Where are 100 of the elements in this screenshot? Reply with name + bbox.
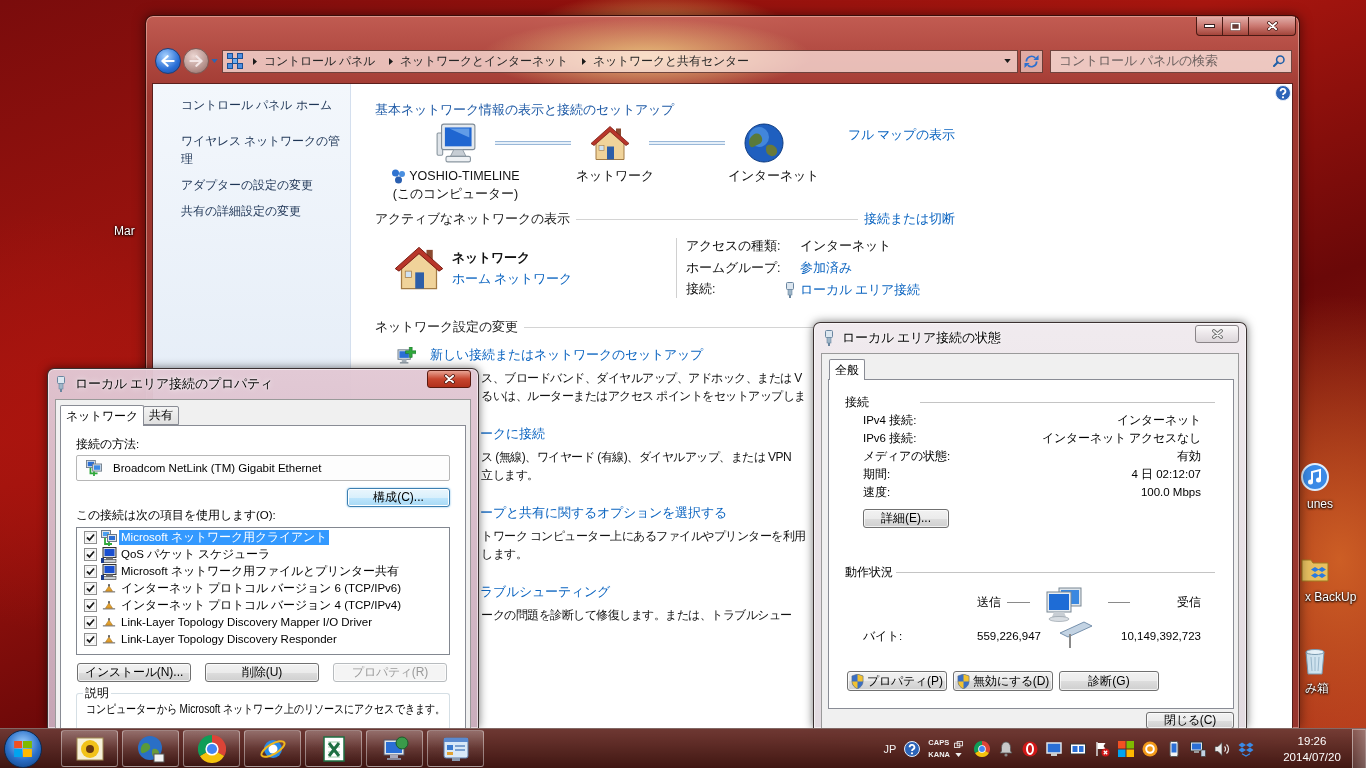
- clock[interactable]: 19:26 2014/07/20: [1282, 732, 1342, 765]
- globe-icon[interactable]: [743, 123, 784, 163]
- sidebar-link[interactable]: コントロール パネル ホーム: [181, 96, 332, 114]
- split-window-icon[interactable]: [1070, 740, 1086, 757]
- shield-icon: [851, 673, 864, 689]
- forward-button[interactable]: [183, 48, 209, 74]
- window-icon[interactable]: [954, 740, 963, 748]
- house-icon[interactable]: [394, 245, 444, 291]
- show-desktop-button[interactable]: [1352, 728, 1366, 768]
- task-link[interactable]: ラブルシューティング: [480, 583, 610, 601]
- ring-icon[interactable]: [1142, 740, 1158, 757]
- list-item[interactable]: Link-Layer Topology Discovery Responder: [119, 632, 339, 647]
- configure-button[interactable]: 構成(C)...: [347, 488, 450, 507]
- node-sublabel: (このコンピューター): [392, 186, 519, 203]
- full-map-link[interactable]: フル マップの表示: [847, 126, 955, 144]
- triangle-icon: [102, 601, 116, 610]
- monitor-icon[interactable]: [1046, 740, 1062, 757]
- breadcrumb-item[interactable]: コントロール パネル: [264, 52, 376, 70]
- color-wheel-icon[interactable]: [974, 740, 990, 757]
- house-icon[interactable]: [589, 123, 630, 163]
- speaker-icon[interactable]: [1214, 740, 1230, 757]
- search-field[interactable]: コントロール パネルの検索: [1050, 49, 1292, 73]
- sidebar-link[interactable]: アダプターの設定の変更: [181, 176, 313, 194]
- computer-icon[interactable]: [1190, 740, 1206, 757]
- globe-icon: [136, 734, 165, 763]
- back-button[interactable]: [155, 48, 181, 74]
- list-item[interactable]: Microsoft ネットワーク用ファイルとプリンター共有: [119, 564, 401, 579]
- dialog-button[interactable]: 無効にする(D): [953, 671, 1053, 691]
- taskbar-button[interactable]: [366, 730, 423, 767]
- close-dialog-button[interactable]: 閉じる(C): [1146, 712, 1234, 728]
- list-item[interactable]: インターネット プロトコル バージョン 6 (TCP/IPv6): [119, 581, 404, 596]
- tab[interactable]: ネットワーク: [60, 405, 144, 426]
- checkbox[interactable]: [84, 531, 97, 544]
- detail-link[interactable]: 参加済み: [800, 259, 852, 277]
- phone-icon[interactable]: [1166, 740, 1182, 757]
- checkbox[interactable]: [84, 633, 97, 646]
- music-icon[interactable]: [1301, 463, 1329, 491]
- checkbox[interactable]: [84, 565, 97, 578]
- node-label[interactable]: インターネット: [728, 167, 819, 185]
- sidebar-link[interactable]: 共有の詳細設定の変更: [181, 202, 301, 220]
- cluster-icon: [391, 168, 407, 184]
- refresh-icon: [1024, 53, 1039, 69]
- folder-icon[interactable]: [1301, 556, 1329, 584]
- help-icon[interactable]: [1275, 85, 1291, 101]
- tab[interactable]: 全般: [829, 359, 865, 380]
- help-icon[interactable]: [904, 740, 921, 757]
- sidebar-link[interactable]: ワイヤレス ネットワークの管理: [181, 132, 350, 168]
- connection-link[interactable]: ローカル エリア接続: [800, 280, 921, 299]
- desktop-icon-label[interactable]: x BackUp: [1305, 590, 1357, 605]
- dialog-button[interactable]: インストール(N)...: [77, 663, 191, 682]
- status-label: IPv4 接続:: [863, 412, 917, 428]
- taskbar-button[interactable]: [244, 730, 301, 767]
- taskbar-button[interactable]: [305, 730, 362, 767]
- checkbox[interactable]: [84, 582, 97, 595]
- breadcrumb-item[interactable]: ネットワークとインターネット: [400, 52, 569, 70]
- caret-icon[interactable]: [1004, 59, 1011, 63]
- dialog-button[interactable]: 削除(U): [205, 663, 319, 682]
- tab[interactable]: 共有: [143, 406, 179, 425]
- flag-icon[interactable]: [1094, 740, 1110, 757]
- desktop-icon-label[interactable]: み箱: [1305, 681, 1329, 696]
- start-button[interactable]: [4, 729, 42, 768]
- list-item[interactable]: インターネット プロトコル バージョン 4 (TCP/IPv4): [119, 598, 404, 613]
- taskbar-button[interactable]: [427, 730, 484, 767]
- desktop-icon-label[interactable]: Mar: [114, 224, 135, 239]
- received-label: 受信: [1177, 594, 1201, 610]
- task-link[interactable]: ークに接続: [480, 425, 545, 443]
- window-title: ローカル エリア接続の状態: [842, 329, 1002, 347]
- checkbox[interactable]: [84, 616, 97, 629]
- dialog-button[interactable]: プロパティ(P): [847, 671, 947, 691]
- close-button[interactable]: [427, 370, 471, 388]
- maximize-button[interactable]: [1222, 17, 1249, 36]
- taskbar-button[interactable]: [61, 730, 118, 767]
- node-label[interactable]: YOSHIO-TIMELINE: [409, 167, 520, 185]
- plug-icon: [825, 330, 833, 346]
- address-bar[interactable]: コントロール パネル ネットワークとインターネット ネットワークと共有センター: [222, 49, 1018, 73]
- ring-icon[interactable]: [1022, 740, 1038, 757]
- network-type-link[interactable]: ホーム ネットワーク: [452, 269, 573, 288]
- four-squares-icon[interactable]: [1118, 740, 1134, 757]
- minimize-button[interactable]: [1196, 17, 1223, 36]
- language-indicator[interactable]: JP: [883, 742, 897, 755]
- connect-disconnect-link[interactable]: 接続または切断: [864, 210, 955, 228]
- list-item[interactable]: QoS パケット スケジューラ: [119, 547, 273, 562]
- close-button[interactable]: [1248, 17, 1296, 36]
- task-link[interactable]: 新しい接続またはネットワークのセットアップ: [430, 346, 703, 364]
- task-link[interactable]: ープと共有に関するオプションを選択する: [480, 504, 727, 522]
- bell-icon[interactable]: [998, 740, 1014, 757]
- node-label[interactable]: ネットワーク: [575, 167, 654, 185]
- checkbox[interactable]: [84, 548, 97, 561]
- breadcrumb-item[interactable]: ネットワークと共有センター: [593, 52, 750, 70]
- taskbar-button[interactable]: [183, 730, 240, 767]
- computer-icon[interactable]: [436, 123, 476, 163]
- list-item[interactable]: Link-Layer Topology Discovery Mapper I/O Driver: [119, 615, 374, 630]
- refresh-button[interactable]: [1020, 49, 1043, 73]
- caret-icon[interactable]: [955, 752, 962, 757]
- box-icon[interactable]: [1238, 740, 1254, 757]
- checkbox[interactable]: [84, 599, 97, 612]
- taskbar-button[interactable]: [122, 730, 179, 767]
- dialog-button[interactable]: 診断(G): [1059, 671, 1159, 691]
- details-button[interactable]: 詳細(E)...: [863, 509, 949, 528]
- desktop-icon-label[interactable]: unes: [1307, 497, 1334, 512]
